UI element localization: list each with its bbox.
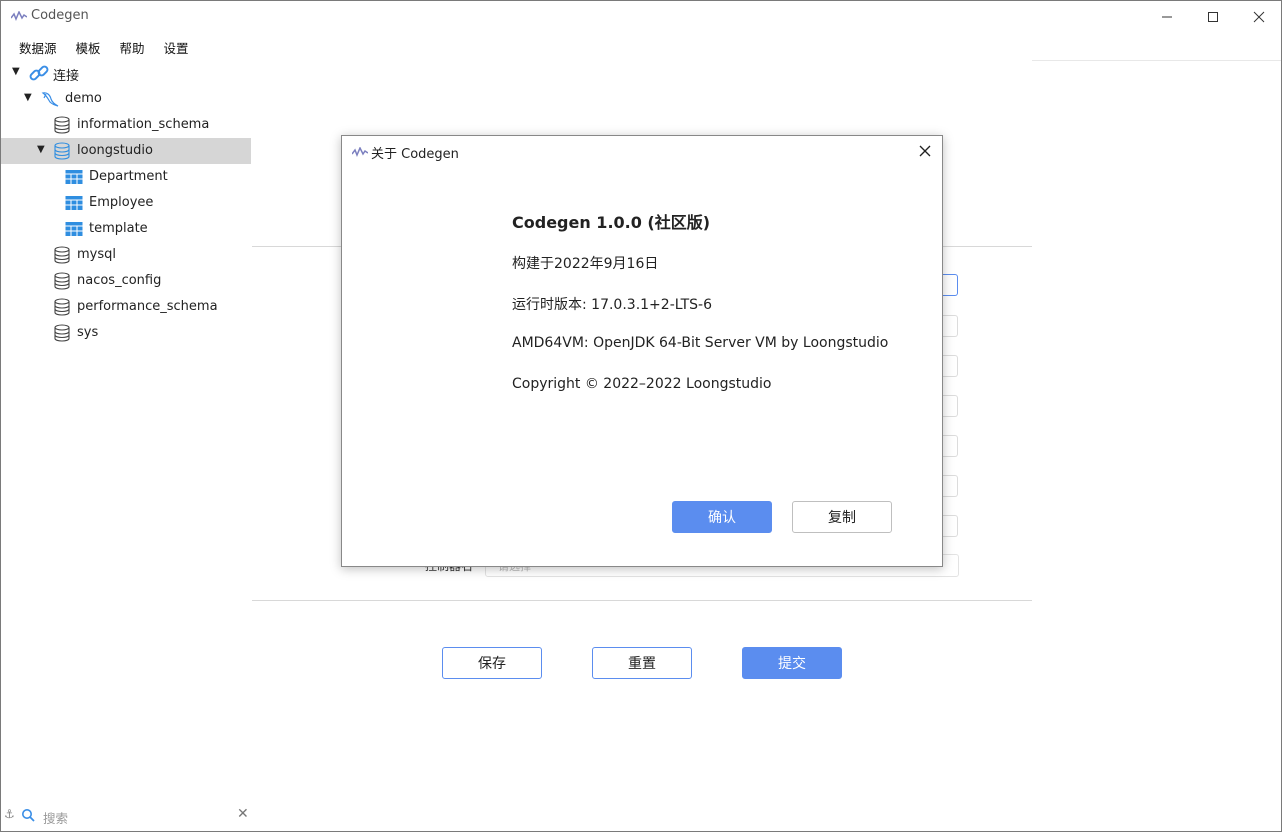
tree-db-nacos-config[interactable]: nacos_config [1,268,251,294]
link-icon [29,65,49,81]
product-name-version: Codegen 1.0.0 (社区版) [512,213,711,232]
minimize-icon [1162,16,1172,17]
menu-bar: 数据源 模板 帮助 设置 [9,34,198,56]
table-icon [65,170,83,184]
menu-datasource[interactable]: 数据源 [9,34,66,56]
expand-arrow-icon[interactable]: ▼ [24,92,32,103]
search-icon [22,809,35,822]
tree-label: nacos_config [77,273,162,288]
tree-label: 连接 [53,69,80,84]
tree-label: information_schema [77,117,210,132]
tree-db-information-schema[interactable]: information_schema [1,112,251,138]
database-icon [54,142,70,160]
tree-label: sys [77,325,99,340]
database-icon [54,116,70,134]
menu-settings[interactable]: 设置 [154,34,198,56]
copyright: Copyright © 2022–2022 Loongstudio [512,376,772,392]
expand-arrow-icon[interactable]: ▼ [12,66,20,77]
vm-info: AMD64VM: OpenJDK 64-Bit Server VM by Loo… [512,335,889,351]
dialog-title: 关于 Codegen [371,147,459,162]
tree-label: template [89,221,148,236]
minimize-button[interactable] [1144,1,1190,32]
divider [1032,60,1281,61]
table-icon [65,196,83,210]
tree-connection-demo[interactable]: ▼ demo [1,86,251,112]
app-window: Codegen 数据源 模板 帮助 设置 ▼ 连接 ▼ demo informa… [0,0,1282,832]
tree-label: loongstudio [77,143,153,158]
database-icon [54,246,70,264]
tree-db-sys[interactable]: sys [1,320,251,346]
search-input[interactable]: 搜索 [43,808,68,827]
menu-template[interactable]: 模板 [66,34,110,56]
tree-table-template[interactable]: template [1,216,251,242]
about-dialog: 关于 Codegen Codegen 1.0.0 (社区版) 构建于2022年9… [341,135,943,567]
maximize-icon [1208,11,1218,22]
tree-table-department[interactable]: Department [1,164,251,190]
tree-label: mysql [77,247,116,262]
copy-button[interactable]: 复制 [792,501,892,533]
confirm-button[interactable]: 确认 [672,501,772,533]
expand-arrow-icon[interactable]: ▼ [37,144,45,155]
tree-label: performance_schema [77,299,218,314]
tree-search-bar: ⚓ 搜索 ✕ [1,804,253,828]
reset-button[interactable]: 重置 [592,647,692,679]
submit-button[interactable]: 提交 [742,647,842,679]
database-icon [54,272,70,290]
table-icon [65,222,83,236]
close-window-button[interactable] [1236,1,1281,32]
tree-db-performance-schema[interactable]: performance_schema [1,294,251,320]
tree-root-connections[interactable]: ▼ 连接 [1,60,251,86]
tree-label: Department [89,169,168,184]
database-icon [54,324,70,342]
tree-label: Employee [89,195,154,210]
close-icon [919,145,931,157]
database-icon [54,298,70,316]
tree-table-employee[interactable]: Employee [1,190,251,216]
dialog-close-button[interactable] [912,140,938,162]
tree-label: demo [65,91,102,106]
tree-db-loongstudio[interactable]: ▼ loongstudio [1,138,251,164]
title-bar: Codegen [1,1,1281,32]
mysql-dolphin-icon [41,92,59,107]
runtime-version: 运行时版本: 17.0.3.1+2-LTS-6 [512,297,713,313]
anchor-icon[interactable]: ⚓ [4,807,15,821]
codegen-logo-icon [352,147,368,157]
divider [252,600,1032,601]
menu-help[interactable]: 帮助 [110,34,154,56]
build-date: 构建于2022年9月16日 [512,256,659,272]
close-icon [1253,11,1265,22]
codegen-logo-icon [11,11,27,21]
tree-db-mysql[interactable]: mysql [1,242,251,268]
clear-search-icon[interactable]: ✕ [237,806,249,822]
save-button[interactable]: 保存 [442,647,542,679]
maximize-button[interactable] [1190,1,1236,32]
window-title: Codegen [31,8,89,23]
